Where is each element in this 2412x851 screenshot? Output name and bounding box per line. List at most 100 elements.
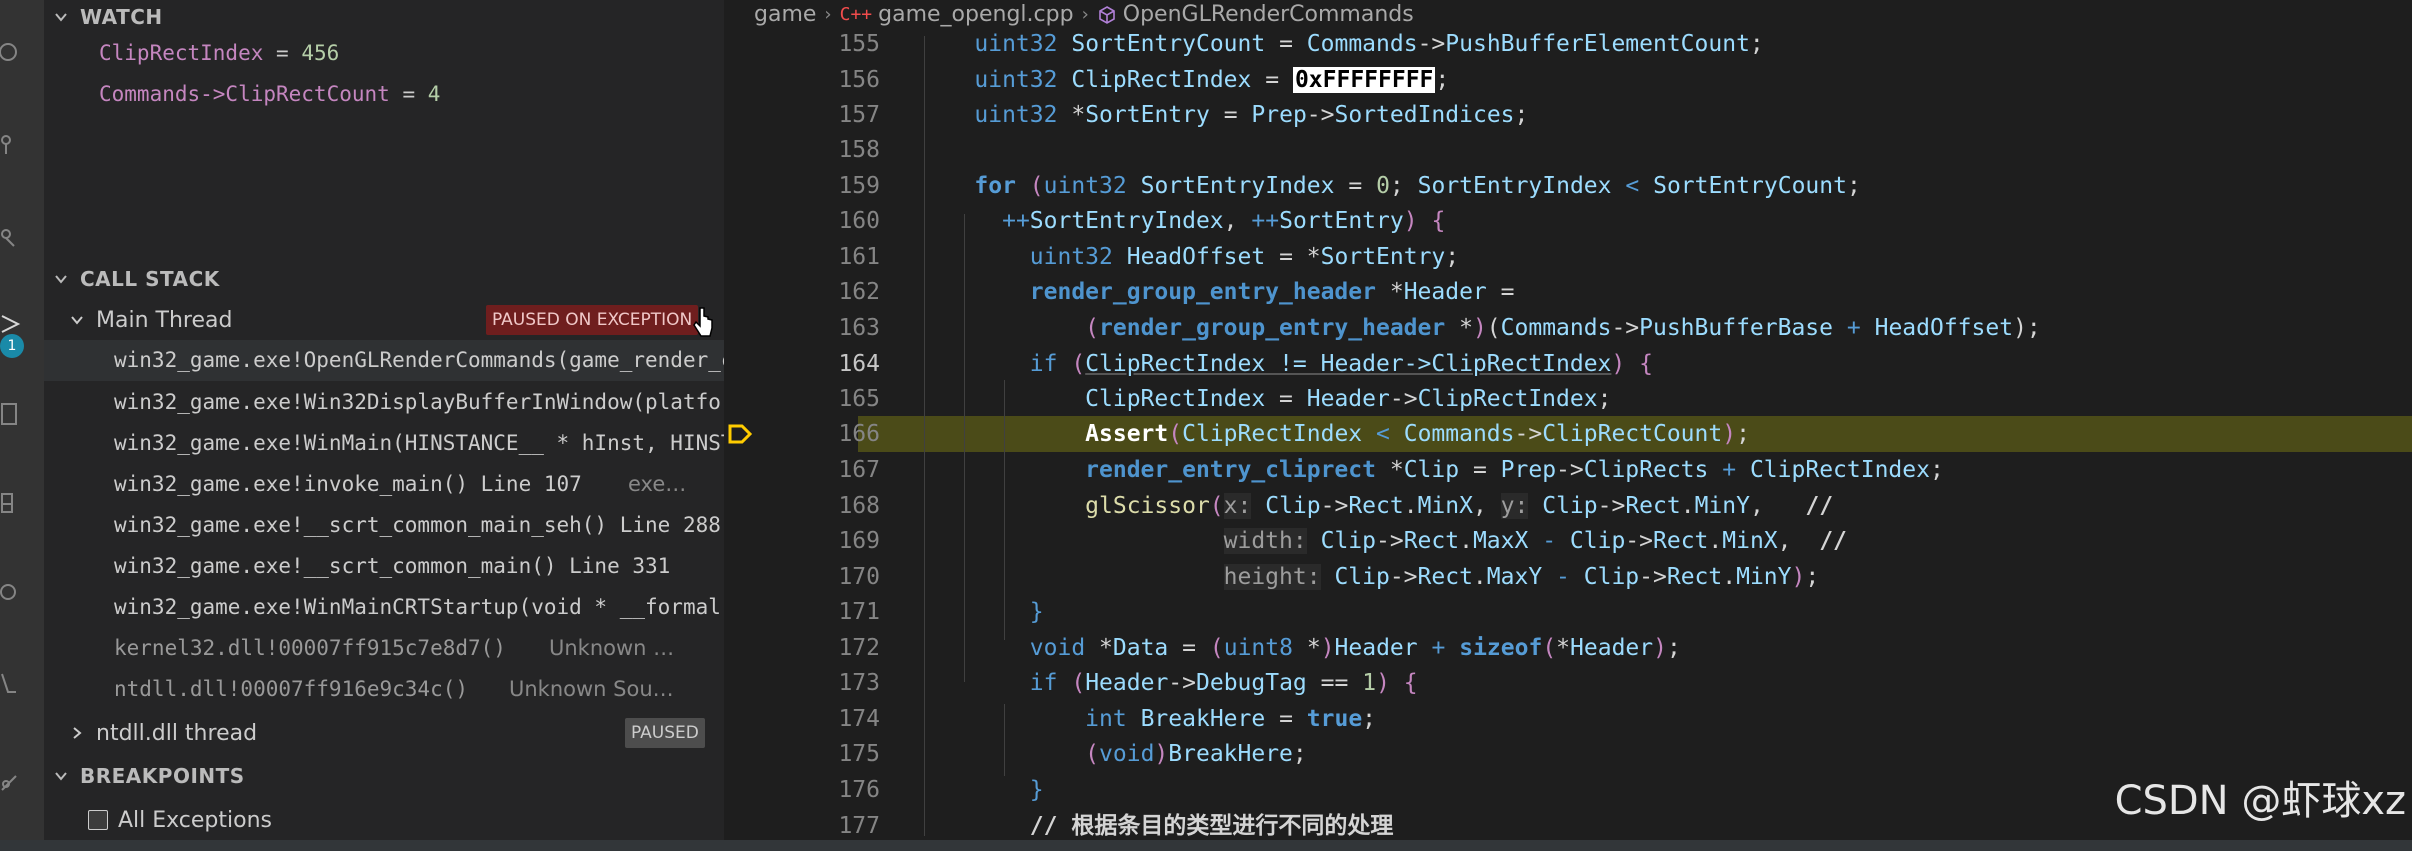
breadcrumb-symbol[interactable]: OpenGLRenderCommands bbox=[1123, 1, 1414, 29]
code-line: render_entry_cliprect *Clip = Prep->Clip… bbox=[1085, 457, 1944, 483]
code-line: (render_group_entry_header *)(Commands->… bbox=[1085, 315, 2041, 341]
code-line: render_group_entry_header *Header = bbox=[1029, 279, 1515, 305]
call-stack-title: CALL STACK bbox=[80, 267, 220, 291]
code-line: height: Clip->Rect.MaxY - Clip->Rect.Min… bbox=[1223, 564, 1820, 590]
line-number: 162 bbox=[838, 279, 880, 305]
frame-name: win32_game.exe!invoke_main() Line 107 bbox=[114, 472, 582, 496]
watch-item[interactable]: Commands->ClipRectCount = 4 bbox=[99, 76, 440, 112]
call-stack-section-header[interactable]: CALL STACK bbox=[44, 262, 724, 296]
frame-name: kernel32.dll!00007ff915c7e8d7() bbox=[114, 636, 506, 660]
code-line: width: Clip->Rect.MaxX - Clip->Rect.MinX… bbox=[1223, 528, 1847, 554]
frame-name: win32_game.exe!__scrt_common_main_seh() … bbox=[114, 513, 721, 537]
run-debug-icon[interactable] bbox=[0, 312, 24, 336]
breakpoint-label: All Exceptions bbox=[118, 807, 272, 833]
mouse-cursor-icon bbox=[693, 307, 713, 337]
all-exceptions-checkbox[interactable] bbox=[88, 810, 108, 830]
code-line: uint32 SortEntryCount = Commands->PushBu… bbox=[974, 31, 1764, 57]
watch-title: WATCH bbox=[80, 5, 163, 29]
extensions-icon[interactable] bbox=[0, 402, 24, 426]
line-number: 166 bbox=[838, 421, 880, 447]
cube-icon bbox=[1098, 6, 1115, 24]
chevron-down-icon bbox=[71, 316, 83, 325]
chevron-down-icon bbox=[55, 13, 67, 22]
code-line: for (uint32 SortEntryIndex = 0; SortEntr… bbox=[974, 173, 1861, 199]
code-line: uint32 ClipRectIndex = 0xFFFFFFFF; bbox=[974, 67, 1450, 93]
line-number: 168 bbox=[838, 493, 880, 519]
breakpoints-title: BREAKPOINTS bbox=[80, 764, 245, 788]
status-bar bbox=[0, 840, 2412, 851]
code-line: (void)BreakHere; bbox=[1085, 741, 1307, 767]
remote-explorer-icon[interactable] bbox=[0, 490, 24, 514]
thread-label: Main Thread bbox=[96, 307, 233, 333]
frame-name: win32_game.exe!WinMainCRTStartup(void * … bbox=[114, 595, 724, 619]
stack-frame[interactable]: win32_game.exe!Win32DisplayBufferInWindo… bbox=[44, 382, 724, 423]
line-number: 167 bbox=[838, 457, 880, 483]
line-number: 172 bbox=[838, 635, 880, 661]
breakpoint-item[interactable]: All Exceptions bbox=[88, 802, 272, 838]
chevron-right-icon bbox=[73, 727, 82, 739]
other-thread-row[interactable]: ntdll.dll thread PAUSED bbox=[44, 714, 724, 752]
source-control-icon[interactable] bbox=[0, 132, 24, 156]
watch-item[interactable]: ClipRectIndex = 456 bbox=[99, 35, 339, 71]
line-number: 174 bbox=[838, 706, 880, 732]
line-number: 163 bbox=[838, 315, 880, 341]
code-line: uint32 *SortEntry = Prep->SortedIndices; bbox=[974, 102, 1529, 128]
chinese-comment: // 根据条目的类型进行不同的处理 bbox=[1029, 813, 1394, 839]
stack-frame[interactable]: win32_game.exe!WinMain(HINSTANCE__ * hIn… bbox=[44, 423, 724, 464]
line-number: 176 bbox=[838, 777, 880, 803]
breadcrumb-file[interactable]: game_opengl.cpp bbox=[878, 1, 1073, 29]
frame-name: win32_game.exe!__scrt_common_main() Line… bbox=[114, 554, 671, 578]
line-number: 171 bbox=[838, 599, 880, 625]
line-number: 161 bbox=[838, 244, 880, 270]
paused-badge: PAUSED bbox=[625, 718, 705, 748]
frame-source: Unknown Sou… bbox=[509, 677, 674, 701]
watch-section-header[interactable]: WATCH bbox=[44, 0, 724, 34]
watch-name: ClipRectIndex bbox=[99, 41, 264, 65]
stack-frame[interactable]: win32_game.exe!OpenGLRenderCommands(game… bbox=[44, 340, 724, 381]
code-line: Assert(ClipRectIndex < Commands->ClipRec… bbox=[1085, 421, 1750, 447]
cpp-file-icon: C++ bbox=[839, 4, 873, 25]
main-thread-row[interactable]: Main Thread PAUSED ON EXCEPTION bbox=[44, 301, 724, 339]
git-branch-icon[interactable] bbox=[0, 226, 24, 250]
thread-label: ntdll.dll thread bbox=[96, 720, 258, 746]
code-line: glScissor(x: Clip->Rect.MinX, y: Clip->R… bbox=[1085, 493, 1834, 519]
watch-equals: = bbox=[263, 41, 302, 65]
stack-frame[interactable]: ntdll.dll!00007ff916e9c34c() Unknown Sou… bbox=[44, 669, 724, 710]
stack-frame[interactable]: win32_game.exe!WinMainCRTStartup(void * … bbox=[44, 587, 724, 628]
tools-icon[interactable] bbox=[0, 770, 24, 794]
line-number: 173 bbox=[838, 670, 880, 696]
stack-frame[interactable]: win32_game.exe!invoke_main() Line 107 ex… bbox=[44, 464, 724, 505]
search-icon[interactable] bbox=[0, 40, 24, 64]
testing-icon[interactable] bbox=[0, 580, 24, 604]
watch-value: 4 bbox=[427, 82, 441, 106]
stack-frame[interactable]: kernel32.dll!00007ff915c7e8d7() Unknown … bbox=[44, 628, 724, 669]
stack-frame[interactable]: win32_game.exe!__scrt_common_main_seh() … bbox=[44, 505, 724, 546]
line-number: 177 bbox=[838, 813, 880, 839]
code-line: void *Data = (uint8 *)Header + sizeof(*H… bbox=[1029, 635, 1681, 661]
code-line: uint32 HeadOffset = *SortEntry; bbox=[1029, 244, 1460, 270]
line-number: 156 bbox=[838, 67, 880, 93]
watch-name: Commands->ClipRectCount bbox=[99, 82, 390, 106]
line-number: 157 bbox=[838, 102, 880, 128]
debug-badge: 1 bbox=[0, 334, 24, 358]
code-line: int BreakHere = true; bbox=[1085, 706, 1377, 732]
breakpoints-section-header[interactable]: BREAKPOINTS bbox=[44, 759, 724, 793]
breadcrumb-folder[interactable]: game bbox=[754, 1, 816, 29]
flask-icon[interactable] bbox=[0, 672, 24, 696]
line-number: 155 bbox=[838, 31, 880, 57]
breakpoint-arrow-icon bbox=[728, 424, 753, 444]
hex-value: 0xFFFFFFFF bbox=[1292, 67, 1436, 93]
frame-name: win32_game.exe!WinMain(HINSTANCE__ * hIn… bbox=[114, 431, 724, 455]
watermark: CSDN @虾球xz bbox=[2114, 778, 2406, 824]
line-number: 169 bbox=[838, 528, 880, 554]
line-number: 175 bbox=[838, 741, 880, 767]
watch-value: 456 bbox=[301, 41, 340, 65]
stack-frame[interactable]: win32_game.exe!__scrt_common_main() Line… bbox=[44, 546, 724, 587]
code-editor[interactable]: game › C++ game_opengl.cpp › OpenGLRende… bbox=[724, 0, 2412, 840]
chevron-right-icon: › bbox=[824, 4, 832, 25]
code-line: if (ClipRectIndex != Header->ClipRectInd… bbox=[1029, 351, 1653, 377]
line-number: 158 bbox=[838, 137, 880, 163]
line-number: 164 bbox=[838, 351, 880, 377]
chevron-right-icon: › bbox=[1081, 4, 1089, 25]
line-number: 170 bbox=[838, 564, 880, 590]
